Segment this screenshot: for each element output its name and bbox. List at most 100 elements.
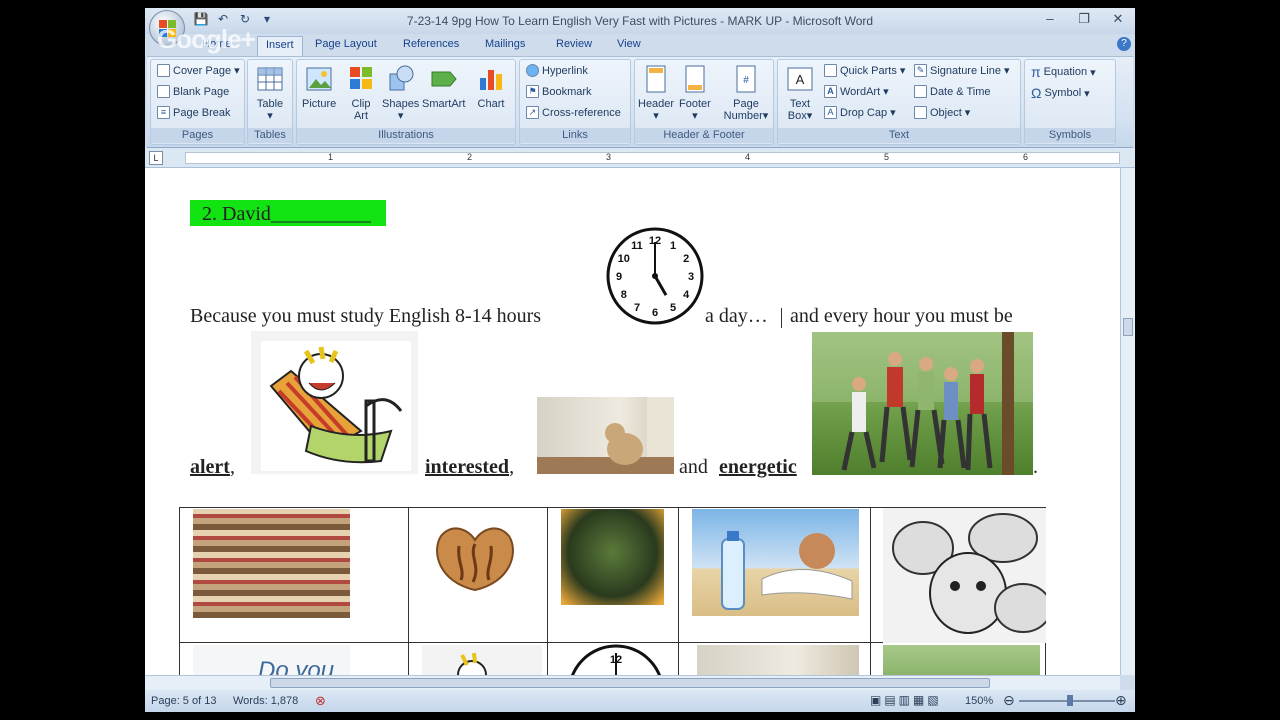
table-cell[interactable]: Do you: [179, 642, 409, 675]
text-cursor: [781, 308, 782, 328]
horizontal-scrollbar[interactable]: [145, 675, 1120, 690]
hyperlink-icon: [526, 64, 539, 77]
proofing-icon[interactable]: ⊗: [315, 693, 326, 709]
object-icon: [914, 106, 927, 119]
table-button[interactable]: Table ▾: [256, 64, 284, 122]
people-thumbnail-image: [883, 645, 1040, 675]
tab-insert[interactable]: Insert: [257, 36, 303, 56]
group-text: A Text Box▾ Quick Parts ▾ A WordArt ▾ A Drop…: [777, 59, 1021, 145]
date-time-button[interactable]: Date & Time: [914, 85, 991, 98]
clock-icon: 12 1234567891011: [606, 227, 704, 325]
period-text: .: [1033, 456, 1038, 478]
blank-page-button[interactable]: Blank Page: [157, 85, 229, 98]
page-break-button[interactable]: ≡ Page Break: [157, 106, 230, 119]
drop-cap-icon: A: [824, 106, 837, 119]
group-label-tables: Tables: [248, 128, 292, 143]
smartart-icon: [431, 71, 457, 87]
restore-button[interactable]: ❐: [1067, 8, 1101, 30]
tab-selector-button[interactable]: L: [149, 151, 163, 165]
object-button[interactable]: Object ▾: [914, 106, 970, 119]
group-links: Hyperlink ⚑ Bookmark ↗ Cross-reference Lin…: [519, 59, 631, 145]
table-cell[interactable]: [408, 507, 548, 643]
group-tables: Table ▾ Tables: [247, 59, 293, 145]
smartart-button[interactable]: SmartArt: [422, 64, 465, 110]
view-buttons-icon[interactable]: ▣▤▥▦▧: [870, 693, 942, 707]
chart-button[interactable]: Chart: [477, 64, 505, 110]
footer-icon: [685, 65, 705, 93]
table-cell[interactable]: 12: [547, 642, 679, 675]
group-label-symbols: Symbols: [1025, 128, 1115, 143]
group-label-text: Text: [778, 128, 1020, 143]
header-button[interactable]: Header ▾: [638, 64, 674, 122]
picture-button[interactable]: Picture: [302, 64, 336, 110]
clock-number: 9: [616, 271, 622, 283]
title-bar: 💾 ↶ ↻ ▾ 7-23-14 9pg How To Learn English…: [145, 8, 1135, 34]
cross-reference-icon: ↗: [526, 106, 539, 119]
hyperlink-button[interactable]: Hyperlink: [526, 64, 588, 77]
table-cell[interactable]: [870, 642, 1046, 675]
table-cell[interactable]: [408, 642, 548, 675]
tab-view[interactable]: View: [617, 38, 641, 50]
table-row: [179, 507, 1046, 643]
picture-icon: [306, 67, 332, 91]
table-cell[interactable]: [678, 507, 871, 643]
close-button[interactable]: ✕: [1101, 8, 1135, 30]
page-number-icon: #: [736, 65, 756, 93]
zoom-slider-handle[interactable]: [1067, 695, 1073, 706]
footer-button[interactable]: Footer ▾: [679, 64, 711, 122]
table-cell[interactable]: [547, 507, 679, 643]
svg-text:#: #: [743, 75, 749, 86]
people-jumping-image: [812, 332, 1033, 475]
vertical-scrollbar[interactable]: [1120, 168, 1135, 675]
zoom-out-icon[interactable]: ⊖: [1003, 692, 1015, 709]
cat-image: [537, 397, 674, 474]
bookmark-button[interactable]: ⚑ Bookmark: [526, 85, 592, 98]
document-area: 2. David__________ 12 1 2 3 4 5 6 7 8 9 10 11 Becau…: [145, 168, 1120, 675]
equation-button[interactable]: π Equation ▾: [1031, 64, 1096, 80]
zoom-level[interactable]: 150%: [965, 695, 993, 707]
walnut-image: [436, 527, 514, 592]
tab-review[interactable]: Review: [556, 38, 592, 50]
tab-references[interactable]: References: [403, 38, 459, 50]
zoom-in-icon[interactable]: ⊕: [1115, 692, 1127, 709]
cover-page-button[interactable]: Cover Page ▾: [157, 64, 240, 77]
calendar-icon: [914, 85, 927, 98]
help-icon[interactable]: ?: [1117, 37, 1131, 51]
text-box-icon: A: [787, 67, 813, 91]
page-number-button[interactable]: # Page Number▾: [721, 64, 771, 122]
clock-thumbnail-icon: 12: [570, 644, 662, 675]
header-icon: [646, 65, 666, 93]
horizontal-scroll-thumb[interactable]: [270, 678, 990, 688]
status-bar: Page: 5 of 13 Words: 1,878 ⊗ ▣▤▥▦▧ 150% …: [145, 690, 1135, 712]
table-cell[interactable]: [179, 507, 409, 643]
table-cell[interactable]: [678, 642, 871, 675]
minimize-button[interactable]: –: [1033, 8, 1067, 30]
drop-cap-button[interactable]: A Drop Cap ▾: [824, 106, 896, 119]
tab-mailings[interactable]: Mailings: [485, 38, 525, 50]
word-count-status[interactable]: Words: 1,878: [233, 695, 298, 707]
page-break-icon: ≡: [157, 106, 170, 119]
table-cell[interactable]: [870, 507, 1046, 643]
signature-line-button[interactable]: ✎ Signature Line ▾: [914, 64, 1009, 77]
omega-icon: Ω: [1031, 85, 1042, 101]
svg-text:A: A: [796, 72, 805, 87]
document-page[interactable]: 2. David__________ 12 1 2 3 4 5 6 7 8 9 10 11 Becau…: [145, 168, 1120, 675]
clip-art-button[interactable]: Clip Art: [347, 64, 375, 122]
vertical-scroll-thumb[interactable]: [1123, 318, 1133, 336]
symbol-button[interactable]: Ω Symbol ▾: [1031, 85, 1090, 101]
cross-reference-button[interactable]: ↗ Cross-reference: [526, 106, 621, 119]
group-label-pages: Pages: [151, 128, 244, 143]
ruler-strip[interactable]: 1 2 3 4 5 6: [185, 152, 1120, 164]
clock-number: 6: [652, 307, 658, 319]
svg-text:12: 12: [610, 654, 622, 666]
thirsty-man-image: [692, 509, 859, 616]
wordart-button[interactable]: A WordArt ▾: [824, 85, 889, 98]
tab-page-layout[interactable]: Page Layout: [315, 38, 377, 50]
quick-parts-button[interactable]: Quick Parts ▾: [824, 64, 905, 77]
text-box-button[interactable]: A Text Box▾: [782, 64, 818, 122]
body-text-line1-right: a day…: [705, 305, 768, 327]
page-count-status[interactable]: Page: 5 of 13: [151, 695, 216, 707]
group-label-header-footer: Header & Footer: [635, 128, 773, 143]
ruler: L 1 2 3 4 5 6: [145, 148, 1135, 168]
shapes-button[interactable]: Shapes ▾: [382, 64, 419, 122]
